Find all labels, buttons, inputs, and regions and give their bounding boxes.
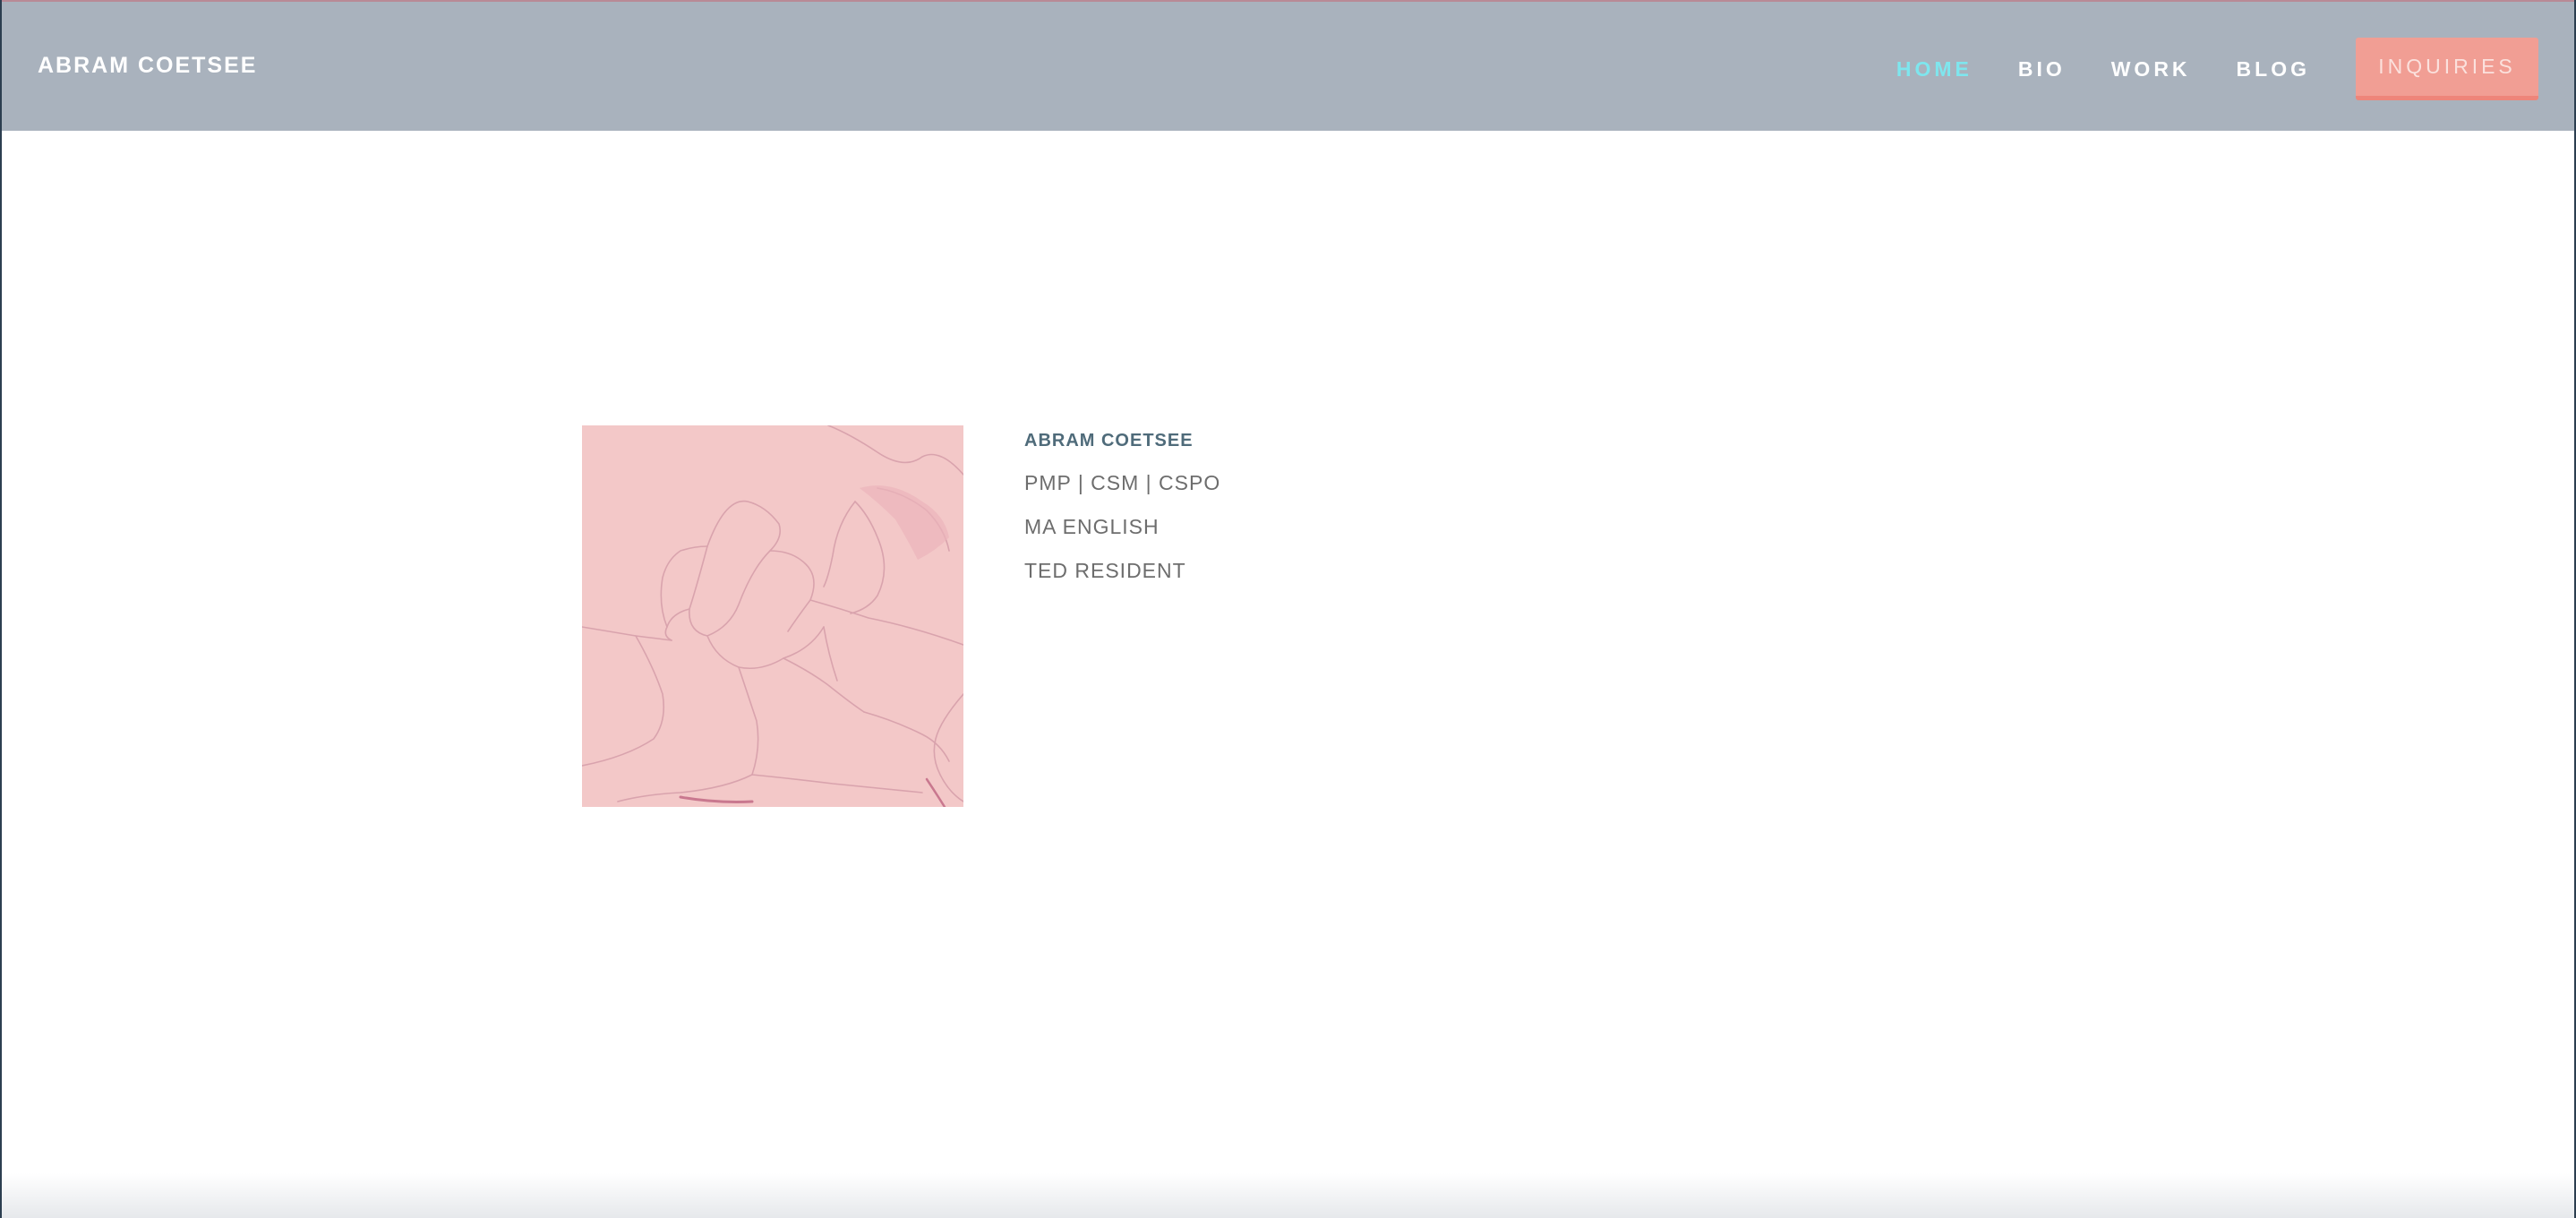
cracked-texture-image — [582, 425, 963, 807]
profile-info: ABRAM COETSEE PMP | CSM | CSPO MA ENGLIS… — [1024, 430, 1220, 603]
profile-name: ABRAM COETSEE — [1024, 431, 1194, 450]
site-header: ABRAM COETSEE HOME BIO WORK BLOG INQUIRI… — [2, 0, 2574, 131]
nav-bio[interactable]: BIO — [2018, 57, 2066, 81]
nav-home[interactable]: HOME — [1896, 57, 1973, 81]
bottom-shadow — [2, 1173, 2574, 1218]
profile-degree: MA ENGLISH — [1024, 515, 1160, 538]
profile-photo — [582, 425, 963, 807]
profile-ted: TED RESIDENT — [1024, 559, 1186, 582]
nav-blog[interactable]: BLOG — [2237, 57, 2310, 81]
inquiries-button[interactable]: INQUIRIES — [2356, 38, 2538, 100]
main-nav: HOME BIO WORK BLOG INQUIRIES — [1851, 38, 2538, 100]
browser-window: ABRAM COETSEE HOME BIO WORK BLOG INQUIRI… — [0, 0, 2576, 1218]
nav-work[interactable]: WORK — [2111, 57, 2191, 81]
profile-certifications: PMP | CSM | CSPO — [1024, 471, 1221, 494]
site-brand[interactable]: ABRAM COETSEE — [38, 52, 257, 79]
